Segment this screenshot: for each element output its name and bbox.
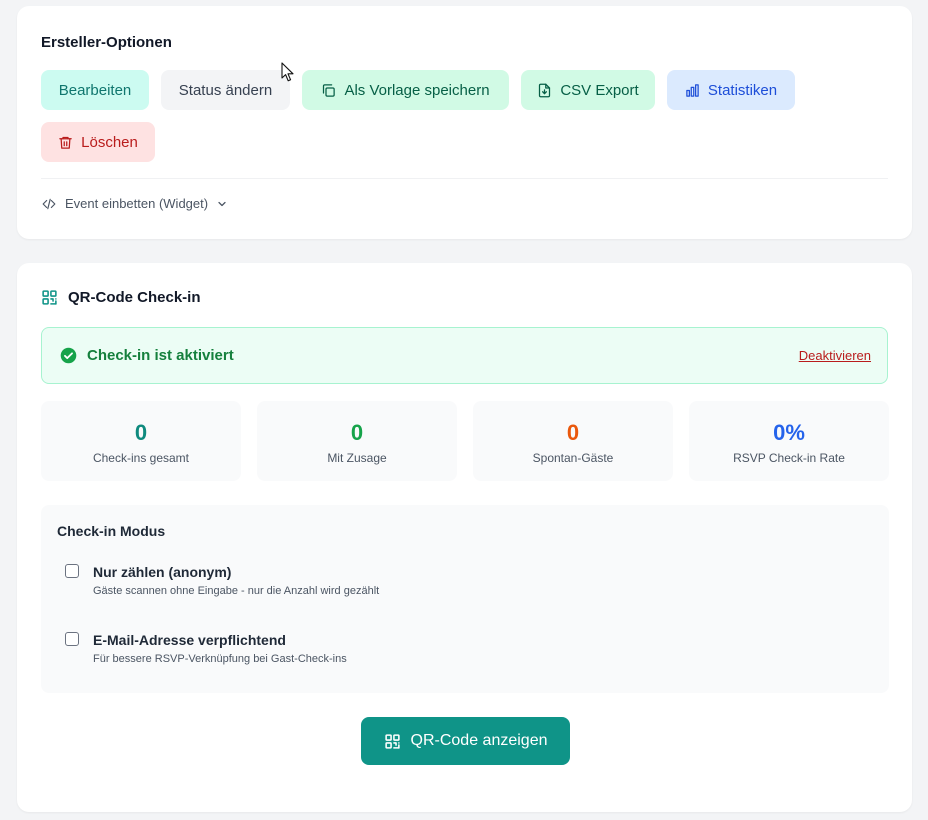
delete-button-label: Löschen [81,133,138,151]
stat-value: 0 [350,420,364,445]
stat-rsvp-rate: 0% RSVP Check-in Rate [689,401,889,481]
embed-widget-label: Event einbetten (Widget) [65,196,209,211]
delete-button[interactable]: Löschen [41,122,155,162]
checkin-active-alert: Check-in ist aktiviert Deaktivieren [41,327,888,384]
creator-options-card: Ersteller-Optionen Bearbeiten Status änd… [17,6,912,239]
change-status-button[interactable]: Status ändern [161,70,290,110]
qr-checkin-title: QR-Code Check-in [68,289,201,306]
checkin-mode-panel: Check-in Modus Nur zählen (anonym) Gäste… [41,505,889,693]
checkin-mode-title: Check-in Modus [57,523,166,539]
stat-label: Check-ins gesamt [92,451,190,465]
checkin-active-text: Check-in ist aktiviert [87,347,234,364]
csv-export-button[interactable]: CSV Export [521,70,655,110]
bar-chart-icon [686,83,699,97]
stat-checkins-total: 0 Check-ins gesamt [41,401,241,481]
creator-options-title: Ersteller-Optionen [41,34,172,51]
code-icon [42,198,56,209]
stat-label: Mit Zusage [327,451,387,465]
check-circle-icon [60,347,77,364]
change-status-button-label: Status ändern [178,81,273,99]
count-only-checkbox[interactable] [65,564,79,578]
email-required-checkbox[interactable] [65,632,79,646]
stat-with-rsvp: 0 Mit Zusage [257,401,457,481]
qr-code-icon [384,733,400,749]
show-qr-code-button[interactable]: QR-Code anzeigen [361,717,570,765]
stat-value: 0 [134,420,148,445]
option-description: Gäste scannen ohne Eingabe - nur die Anz… [93,585,380,597]
chevron-down-icon [218,201,226,206]
divider [41,178,888,179]
stat-value: 0% [773,420,805,445]
stat-walk-in-guests: 0 Spontan-Gäste [473,401,673,481]
save-template-button[interactable]: Als Vorlage speichern [302,70,509,110]
qr-checkin-card: QR-Code Check-in Check-in ist aktiviert … [17,263,912,812]
show-qr-code-label: QR-Code anzeigen [410,732,548,749]
stat-label: Spontan-Gäste [532,451,614,465]
file-download-icon [539,83,551,97]
qr-checkin-header: QR-Code Check-in [41,289,201,306]
save-template-button-label: Als Vorlage speichern [344,81,490,99]
csv-export-button-label: CSV Export [560,81,639,99]
edit-button-label: Bearbeiten [58,81,132,99]
statistics-button[interactable]: Statistiken [667,70,795,110]
option-label: E-Mail-Adresse verpflichtend [93,632,286,648]
embed-widget-toggle[interactable]: Event einbetten (Widget) [41,196,228,211]
option-label: Nur zählen (anonym) [93,564,232,580]
stat-value: 0 [566,420,580,445]
mouse-cursor-icon [281,62,294,82]
stat-label: RSVP Check-in Rate [733,451,845,465]
deactivate-link[interactable]: Deaktivieren [799,328,871,383]
statistics-button-label: Statistiken [707,81,778,99]
edit-button[interactable]: Bearbeiten [41,70,149,110]
copy-icon [323,83,336,97]
qr-code-icon [42,290,57,305]
option-description: Für bessere RSVP-Verknüpfung bei Gast-Ch… [93,653,347,665]
trash-icon [59,136,72,149]
